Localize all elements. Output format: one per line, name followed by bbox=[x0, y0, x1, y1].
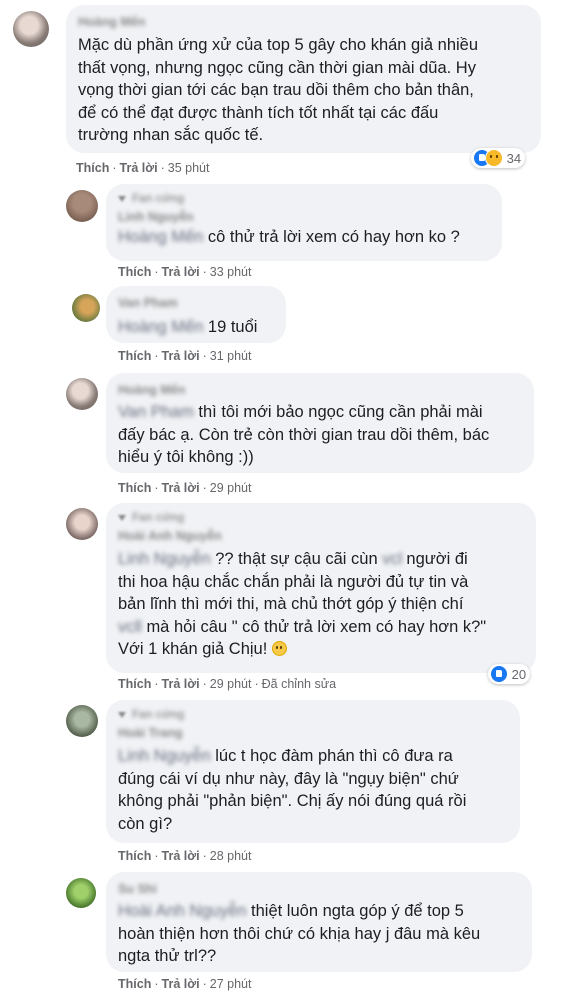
author-name[interactable]: Hoài Anh Nguyễn bbox=[118, 529, 222, 544]
reply-button[interactable]: Trả lời bbox=[162, 677, 200, 691]
timestamp[interactable]: 29 phút bbox=[210, 677, 252, 691]
mention-link[interactable]: Linh Nguyễn bbox=[118, 550, 211, 568]
like-button[interactable]: Thích bbox=[118, 265, 151, 279]
author-name[interactable]: Linh Nguyễn bbox=[118, 210, 194, 225]
comment-text: Hoàng Mến 19 tuổi bbox=[118, 318, 258, 336]
comment-text: Van Pham thì tôi mới bảo ngọc cũng cần p… bbox=[118, 403, 490, 466]
mention-link[interactable]: Hoàng Mến bbox=[118, 318, 203, 336]
avatar[interactable] bbox=[66, 190, 98, 222]
author-name[interactable]: Su Shi bbox=[118, 882, 157, 897]
timestamp[interactable]: 29 phút bbox=[210, 481, 252, 495]
comment-bubble: Fan cứng Hoài Trang Linh Nguyễn lúc t họ… bbox=[106, 700, 520, 843]
fan-badge-icon bbox=[118, 515, 126, 521]
fan-badge: Fan cứng bbox=[132, 193, 185, 205]
comment-actions: Thích · Trả lời · 27 phút bbox=[118, 977, 252, 991]
like-button[interactable]: Thích bbox=[118, 977, 151, 991]
author-name[interactable]: Hoàng Mến bbox=[118, 383, 185, 398]
fan-badge-icon bbox=[118, 712, 126, 718]
avatar[interactable] bbox=[66, 705, 98, 737]
reply-button[interactable]: Trả lời bbox=[162, 977, 200, 991]
timestamp[interactable]: 31 phút bbox=[210, 349, 252, 363]
reply-button[interactable]: Trả lời bbox=[162, 349, 200, 363]
like-button[interactable]: Thích bbox=[118, 481, 151, 495]
reaction-summary[interactable]: 34 bbox=[471, 148, 526, 168]
like-button[interactable]: Thích bbox=[76, 161, 109, 175]
comment-bubble: Fan cứng Hoài Anh Nguyễn Linh Nguyễn ?? … bbox=[106, 503, 536, 673]
comment-text-cont: người đi bbox=[406, 550, 468, 568]
edited-label[interactable]: Đã chỉnh sửa bbox=[262, 677, 336, 691]
avatar[interactable] bbox=[72, 294, 100, 322]
comment-actions: Thích · Trả lời · 31 phút bbox=[118, 349, 252, 363]
reply-button[interactable]: Trả lời bbox=[120, 161, 158, 175]
badge-row: Fan cứng bbox=[118, 708, 508, 723]
comment-bubble: Hoàng Mến Mặc dù phần ứng xử của top 5 g… bbox=[66, 5, 541, 153]
mention-link[interactable]: Hoài Anh Nguyễn bbox=[118, 902, 246, 920]
comment-bubble: Fan cứng Linh Nguyễn Hoàng Mến cô thử tr… bbox=[106, 184, 502, 261]
avatar[interactable] bbox=[66, 378, 98, 410]
badge-row: Fan cứng bbox=[118, 511, 524, 526]
timestamp[interactable]: 28 phút bbox=[210, 849, 252, 863]
separator: · bbox=[112, 161, 117, 175]
comment-bubble: Van Pham Hoàng Mến 19 tuổi bbox=[106, 286, 286, 343]
smile-emoji-icon bbox=[271, 641, 287, 656]
timestamp[interactable]: 35 phút bbox=[168, 161, 210, 175]
reply-button[interactable]: Trả lời bbox=[162, 265, 200, 279]
timestamp[interactable]: 33 phút bbox=[210, 265, 252, 279]
comment-actions: Thích · Trả lời · 29 phút bbox=[118, 481, 252, 495]
author-name[interactable]: Hoàng Mến bbox=[78, 15, 145, 30]
timestamp[interactable]: 27 phút bbox=[210, 977, 252, 991]
fan-badge: Fan cứng bbox=[132, 512, 185, 524]
avatar[interactable] bbox=[66, 508, 98, 540]
reaction-count: 34 bbox=[506, 151, 522, 166]
like-icon bbox=[490, 665, 508, 683]
comment-text: Linh Nguyễn ?? thật sự cậu cãi cùn vcl ng… bbox=[118, 550, 487, 658]
like-button[interactable]: Thích bbox=[118, 849, 151, 863]
author-name[interactable]: Van Pham bbox=[118, 296, 178, 311]
comment-text: Hoàng Mến cô thử trả lời xem có hay hơn … bbox=[118, 228, 460, 246]
like-button[interactable]: Thích bbox=[118, 677, 151, 691]
mention-link[interactable]: Linh Nguyễn bbox=[118, 747, 211, 765]
author-name[interactable]: Hoài Trang bbox=[118, 726, 183, 741]
avatar[interactable] bbox=[66, 878, 96, 908]
comment-bubble: Su Shi Hoài Anh Nguyễn thiệt luôn ngta g… bbox=[106, 872, 532, 972]
fan-badge: Fan cứng bbox=[132, 709, 185, 721]
comment-actions: Thích · Trả lời · 33 phút bbox=[118, 265, 252, 279]
comment-bubble: Hoàng Mến Van Pham thì tôi mới bảo ngọc … bbox=[106, 373, 534, 473]
reaction-summary[interactable]: 20 bbox=[488, 664, 531, 684]
comment-actions: Thích · Trả lời · 29 phút · Đã chỉnh sửa bbox=[118, 677, 337, 691]
mention-link[interactable]: Van Pham bbox=[118, 403, 194, 421]
comment-text: Linh Nguyễn lúc t học đàm phán thì cô đư… bbox=[118, 747, 467, 833]
comment-text: Hoài Anh Nguyễn thiệt luôn ngta góp ý để… bbox=[118, 902, 481, 965]
reply-button[interactable]: Trả lời bbox=[162, 481, 200, 495]
fan-badge-icon bbox=[118, 196, 126, 202]
sad-icon bbox=[485, 149, 503, 167]
like-button[interactable]: Thích bbox=[118, 349, 151, 363]
avatar[interactable] bbox=[13, 11, 49, 47]
censored-word: vcl bbox=[382, 550, 403, 568]
censored-word: vcll bbox=[118, 617, 142, 636]
reaction-count: 20 bbox=[511, 667, 527, 682]
badge-row: Fan cứng bbox=[118, 192, 490, 207]
separator: · bbox=[160, 161, 165, 175]
mention-link[interactable]: Hoàng Mến bbox=[118, 228, 203, 246]
comment-actions: Thích · Trả lời · 35 phút bbox=[76, 160, 209, 176]
comment-text: Mặc dù phần ứng xử của top 5 gây cho khá… bbox=[78, 36, 479, 144]
reply-button[interactable]: Trả lời bbox=[162, 849, 200, 863]
comment-actions: Thích · Trả lời · 28 phút bbox=[118, 849, 252, 863]
